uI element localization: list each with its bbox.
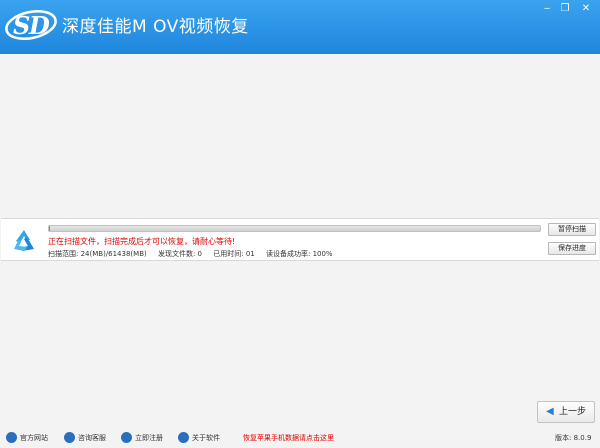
support-icon <box>64 431 75 443</box>
info-icon <box>178 431 189 443</box>
footer-link-support[interactable]: 咨询客服 <box>64 431 106 444</box>
scan-status-text: 正在扫描文件，扫描完成后才可以恢复，请耐心等待! <box>48 237 236 246</box>
scan-panel: 正在扫描文件，扫描完成后才可以恢复，请耐心等待! 扫描范围: 24(MB)/61… <box>1 218 599 261</box>
scan-stats: 扫描范围: 24(MB)/61438(MB) 发现文件数: 0 已用时间: 01… <box>48 249 342 259</box>
iphone-recovery-link[interactable]: 恢复苹果手机数据请点击这里 <box>243 432 334 444</box>
read-success-rate: 读设备成功率: 100% <box>265 250 333 258</box>
footer-link-register[interactable]: 立即注册 <box>121 431 163 444</box>
footer-link-label: 关于软件 <box>192 434 220 442</box>
save-progress-button[interactable]: 保存进度 <box>548 242 596 255</box>
back-button[interactable]: ◀ 上一步 <box>537 401 595 423</box>
version-label: 版本: 8.0.9 <box>555 434 592 442</box>
app-title: 深度佳能M OV视频恢复 <box>62 17 249 37</box>
close-button[interactable]: ✕ <box>578 3 594 15</box>
back-button-label: 上一步 <box>559 407 587 417</box>
left-arrow-icon: ◀ <box>546 406 554 417</box>
found-files-count: 发现文件数: 0 <box>157 250 203 258</box>
footer-link-label: 立即注册 <box>135 434 163 442</box>
scan-progress-bar <box>48 225 541 232</box>
footer-link-about[interactable]: 关于软件 <box>178 431 220 444</box>
minimize-button[interactable]: ‒ <box>539 3 555 15</box>
title-bar: S D 深度佳能M OV视频恢复 ‒ ❐ ✕ <box>0 0 600 54</box>
app-logo-icon: S D <box>5 10 57 40</box>
svg-text:D: D <box>28 11 50 40</box>
recycle-icon <box>14 230 34 251</box>
footer-bar: 官方网站 咨询客服 立即注册 关于软件 恢复苹果手机数据请点击这里 版本: 8.… <box>0 428 600 448</box>
home-icon <box>6 431 17 443</box>
restore-button[interactable]: ❐ <box>557 3 573 15</box>
footer-link-label: 官方网站 <box>20 434 48 442</box>
elapsed-time: 已用时间: 01 <box>213 250 255 258</box>
footer-link-website[interactable]: 官方网站 <box>6 431 48 444</box>
svg-text:S: S <box>13 11 30 40</box>
pause-scan-button[interactable]: 暂停扫描 <box>548 223 596 236</box>
register-icon <box>121 431 132 443</box>
footer-link-label: 咨询客服 <box>78 434 106 442</box>
scan-range: 扫描范围: 24(MB)/61438(MB) <box>48 250 147 258</box>
